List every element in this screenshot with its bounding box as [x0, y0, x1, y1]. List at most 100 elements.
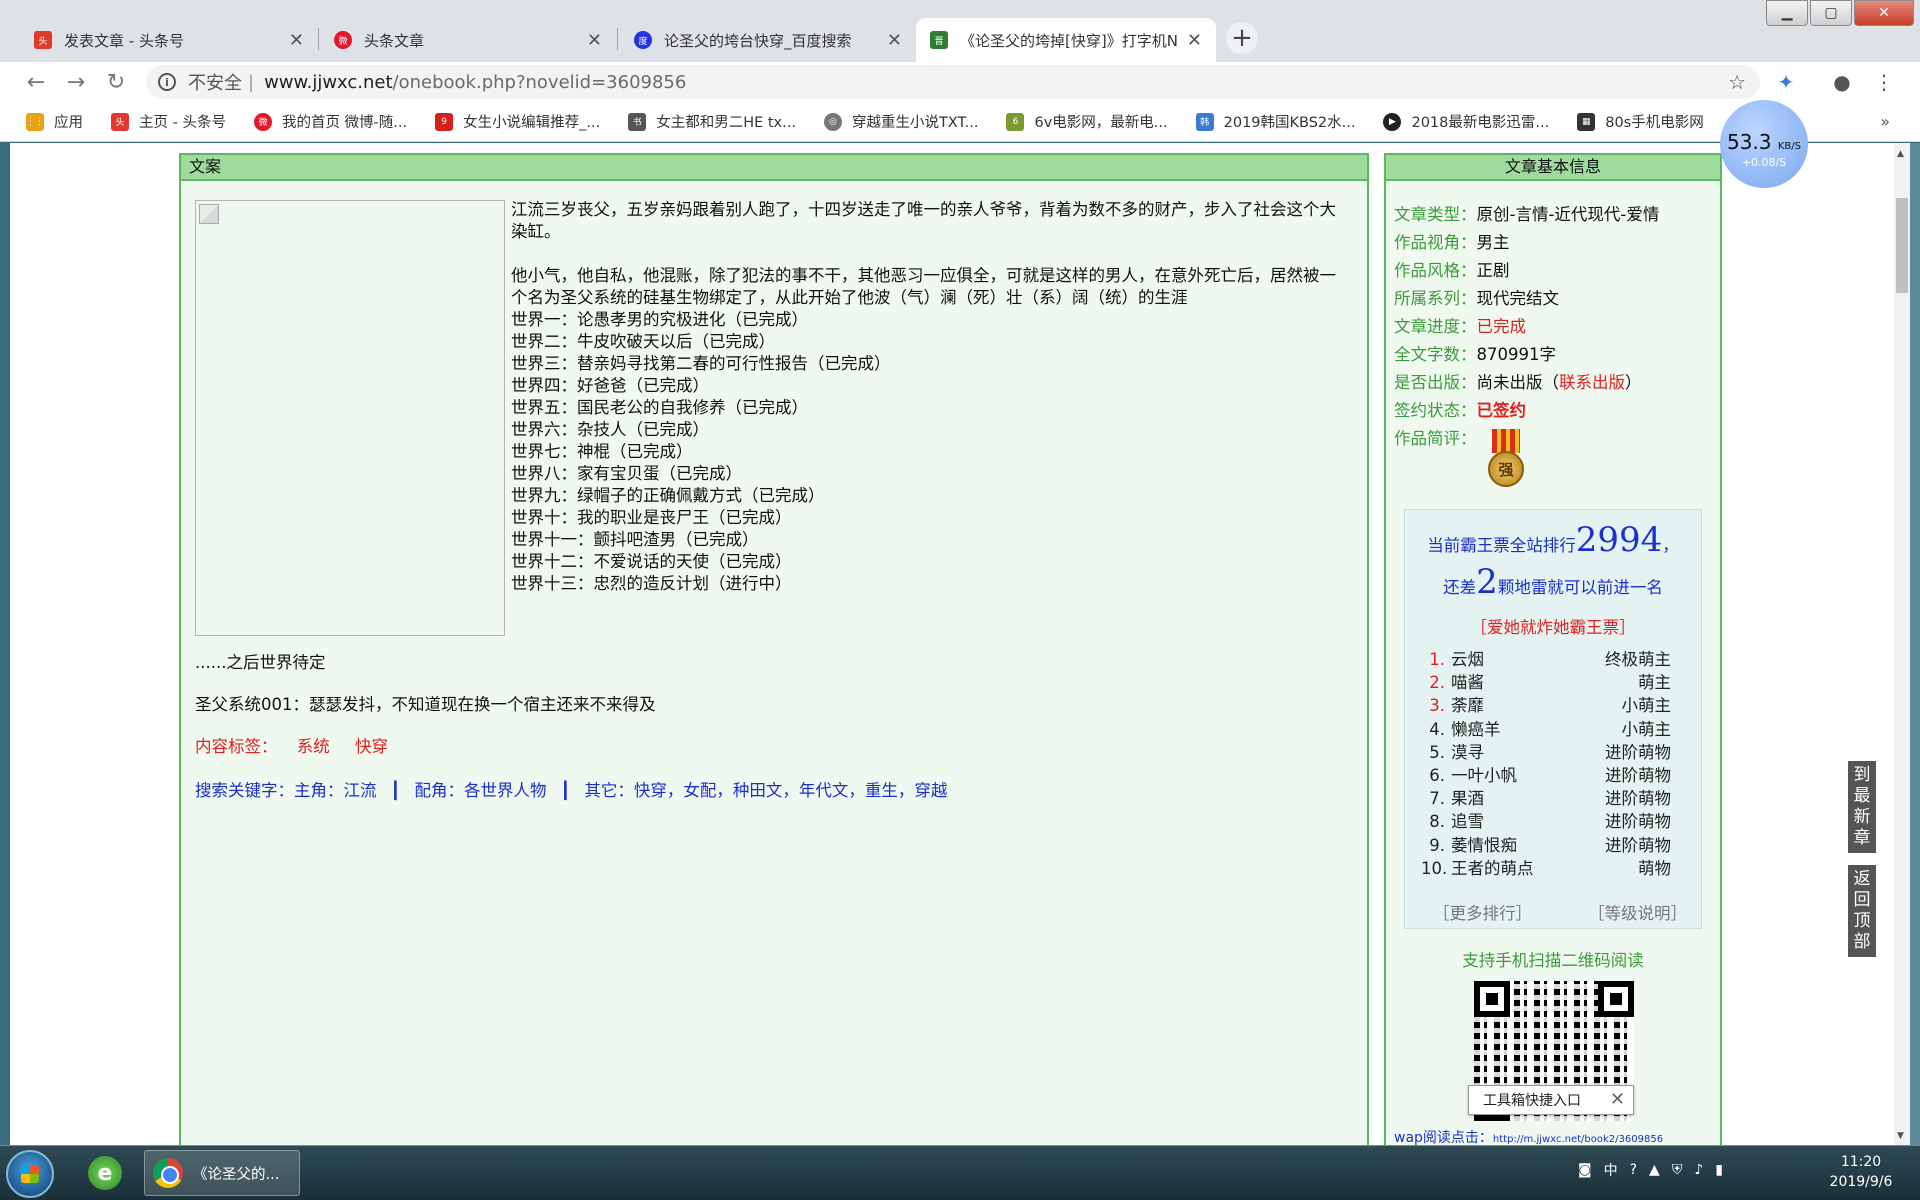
- bookmark-label: 主页 - 头条号: [139, 115, 226, 131]
- list-item[interactable]: 6. 一叶小帆 进阶萌物: [1421, 764, 1671, 787]
- help-icon[interactable]: ?: [1630, 1162, 1637, 1178]
- scroll-up-icon[interactable]: ▲: [1897, 149, 1904, 159]
- list-item[interactable]: 4. 懒癌羊 小萌主: [1421, 718, 1671, 741]
- book-icon: 9: [435, 112, 454, 131]
- world-item: 世界四：好爸爸（已完成）: [511, 376, 709, 395]
- list-item[interactable]: 7. 果酒 进阶萌物: [1421, 787, 1671, 810]
- network-icon[interactable]: ▮: [1715, 1162, 1723, 1178]
- security-status: 不安全: [188, 73, 242, 94]
- wap-read-link[interactable]: wap阅读点击：http://m.jjwxc.net/book2/3609856: [1394, 1127, 1663, 1145]
- scroll-down-icon[interactable]: ▼: [1897, 1131, 1904, 1141]
- back-to-top-button[interactable]: 返回顶部: [1848, 865, 1876, 957]
- forward-icon[interactable]: →: [62, 68, 90, 96]
- maximize-button[interactable]: ▢: [1810, 0, 1852, 26]
- ime-indicator[interactable]: 中: [1604, 1160, 1618, 1180]
- more-ranking-link[interactable]: ［更多排行］: [1433, 900, 1532, 924]
- info-icon[interactable]: i: [158, 73, 176, 91]
- info-type: 文章类型：原创-言情-近代现代-爱情: [1394, 205, 1660, 224]
- close-tab-icon[interactable]: ✕: [887, 30, 902, 51]
- chrome-taskbar-button[interactable]: 《论圣父的...: [144, 1150, 300, 1196]
- bookmark-apps[interactable]: ⋮⋮ 应用: [26, 111, 83, 132]
- scrollbar-thumb[interactable]: [1896, 198, 1908, 293]
- security-shield-icon[interactable]: ⛨: [1672, 1162, 1683, 1178]
- close-window-button[interactable]: ✕: [1854, 0, 1914, 26]
- vertical-scrollbar[interactable]: ▲ ▼: [1894, 143, 1910, 1145]
- browser-360-taskbar-icon[interactable]: e: [80, 1150, 130, 1196]
- address-separator: |: [248, 71, 255, 93]
- bookmark-6v[interactable]: 6 6v电影网，最新电...: [1006, 111, 1168, 132]
- bookmark-weibo[interactable]: 微我的首页 微博-随...: [253, 111, 407, 132]
- extension-icon[interactable]: ✦: [1774, 70, 1798, 94]
- close-tab-icon[interactable]: ✕: [289, 30, 304, 51]
- bookmark-star-icon[interactable]: ☆: [1728, 70, 1746, 94]
- system-clock[interactable]: 11:20 2019/9/6: [1816, 1152, 1906, 1192]
- system-quote: 圣父系统001：瑟瑟发抖，不知道现在换一个宿主还来不来得及: [195, 695, 656, 714]
- site-rank: 当前霸王票全站排行2994，: [1427, 520, 1679, 560]
- tag-link[interactable]: 系统: [297, 737, 330, 756]
- menu-icon[interactable]: ⋮: [1872, 70, 1896, 94]
- tags-label: 内容标签：: [195, 737, 278, 756]
- new-tab-button[interactable]: +: [1226, 22, 1258, 54]
- tray-app-icon[interactable]: ◙: [1578, 1162, 1592, 1178]
- tab-toutiao-article[interactable]: 微 头条文章 ✕: [320, 18, 616, 62]
- close-icon[interactable]: ✕: [1610, 1089, 1625, 1110]
- book-info-panel: 文章基本信息 文章类型：原创-言情-近代现代-爱情 作品视角：男主 作品风格：正…: [1384, 153, 1722, 1145]
- network-speed-widget[interactable]: 53.3 KB/S +0.08/S: [1720, 100, 1808, 188]
- close-tab-icon[interactable]: ✕: [1187, 30, 1202, 51]
- volume-icon[interactable]: ♪: [1694, 1162, 1703, 1178]
- close-tab-icon[interactable]: ✕: [587, 30, 602, 51]
- info-series: 所属系列：现代完结文: [1394, 289, 1559, 308]
- info-review: 作品简评：: [1394, 429, 1477, 448]
- list-item[interactable]: 2. 喵酱 萌主: [1421, 671, 1671, 694]
- vote-bawang-link[interactable]: ［爱她就炸她霸王票］: [1405, 614, 1701, 638]
- bookmark-he-txt[interactable]: 书女主都和男二HE tx...: [628, 111, 796, 132]
- synopsis-header: 文案: [181, 155, 1367, 181]
- tag-link[interactable]: 快穿: [355, 737, 388, 756]
- start-button[interactable]: [6, 1150, 54, 1198]
- tab-jjwxc-active[interactable]: 晋 《论圣父的垮掉[快穿]》打字机N ✕: [916, 18, 1216, 62]
- speed-value: 53.3 KB/S: [1726, 130, 1802, 154]
- bookmarks-more-icon[interactable]: »: [1880, 112, 1890, 131]
- bookmark-novel-editor[interactable]: 9 女生小说编辑推荐_...: [435, 111, 600, 132]
- contact-publish-link[interactable]: 联系出版: [1559, 373, 1625, 392]
- search-keywords: 搜索关键字：主角：江流 ┃ 配角：各世界人物 ┃ 其它：快穿，女配，种田文，年代文，重生…: [195, 777, 947, 801]
- speed-delta: +0.08/S: [1741, 156, 1787, 169]
- address-bar[interactable]: i 不安全 | www.jjwxc.net /onebook.php?novel…: [146, 65, 1760, 99]
- toutiao-icon: 头: [34, 31, 52, 49]
- tab-baidu-search[interactable]: 度 论圣父的垮台快穿_百度搜索 ✕: [620, 18, 916, 62]
- list-item[interactable]: 8. 追雪 进阶萌物: [1421, 810, 1671, 833]
- content-tags: 内容标签： 系统 快穿: [195, 733, 408, 757]
- tab-separator: [318, 28, 319, 50]
- bookmark-chuanyue[interactable]: ◎ 穿越重生小说TXT...: [823, 111, 978, 132]
- jjwxc-icon: 晋: [930, 31, 948, 49]
- list-item[interactable]: 9. 萎情恨痴 进阶萌物: [1421, 834, 1671, 857]
- tab-toutiao-publish[interactable]: 头 发表文章 - 头条号 ✕: [20, 18, 318, 62]
- toolbox-shortcut-popup[interactable]: 工具箱快捷入口 ✕: [1468, 1085, 1634, 1115]
- minimize-button[interactable]: ▁: [1766, 0, 1808, 26]
- synopsis-panel: 文案 江流三岁丧父，五岁亲妈跟着别人跑了，十四岁送走了唯一的亲人爷爷，背着为数不…: [179, 153, 1369, 1145]
- reload-icon[interactable]: ↻: [102, 68, 130, 96]
- back-icon[interactable]: ←: [22, 68, 50, 96]
- synopsis-text: 江流三岁丧父，五岁亲妈跟着别人跑了，十四岁送走了唯一的亲人爷爷，背着为数不多的财…: [511, 199, 1351, 595]
- keywords-other: 其它：快穿，女配，种田文，年代文，重生，穿越: [584, 781, 948, 800]
- window-controls: ▁ ▢ ✕: [1764, 0, 1914, 26]
- list-item[interactable]: 3. 荼靡 小萌主: [1421, 694, 1671, 717]
- world-item: 世界九：绿帽子的正确佩戴方式（已完成）: [511, 486, 825, 505]
- world-item: 世界七：神棍（已完成）: [511, 442, 693, 461]
- book-info-list: 文章类型：原创-言情-近代现代-爱情 作品视角：男主 作品风格：正剧 所属系列：…: [1394, 201, 1659, 453]
- jump-latest-chapter-button[interactable]: 到最新章: [1848, 761, 1876, 853]
- bookmark-80s[interactable]: ▦ 80s手机电影网: [1577, 111, 1704, 132]
- bookmark-kbs2[interactable]: 韩 2019韩国KBS2水...: [1195, 111, 1355, 132]
- list-item[interactable]: 5. 漠寻 进阶萌物: [1421, 741, 1671, 764]
- list-item[interactable]: 1. 云烟 终极萌主: [1421, 648, 1671, 671]
- profile-icon[interactable]: ●: [1830, 70, 1854, 94]
- tray-expand-icon[interactable]: ▲: [1649, 1162, 1660, 1178]
- list-item[interactable]: 10. 王者的萌点 萌物: [1421, 857, 1671, 880]
- level-note-link[interactable]: ［等级说明］: [1588, 900, 1687, 924]
- info-contract: 签约状态：已签约: [1394, 401, 1526, 420]
- bookmark-xunlei[interactable]: ▶ 2018最新电影迅雷...: [1383, 111, 1549, 132]
- world-item: 世界十：我的职业是丧尸王（已完成）: [511, 508, 792, 527]
- bookmark-label: 6v电影网，最新电...: [1034, 115, 1168, 131]
- bookmark-toutiao[interactable]: 头主页 - 头条号: [111, 111, 226, 132]
- info-progress: 文章进度：已完成: [1394, 317, 1526, 336]
